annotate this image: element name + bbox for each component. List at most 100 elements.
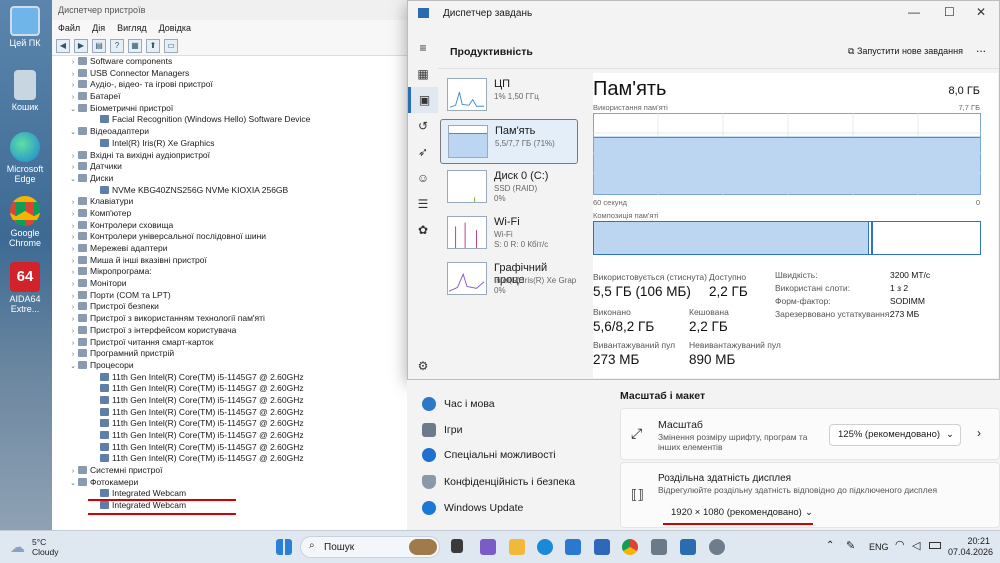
tree-node[interactable]: 11th Gen Intel(R) Core(TM) i5-1145G7 @ 2… [52, 453, 412, 465]
tree-node[interactable]: ⌄ Диски [52, 173, 412, 185]
tree-node[interactable]: › Контролери універсальної послідовної ши… [52, 231, 412, 243]
edge-taskbar-icon[interactable] [537, 539, 553, 555]
monitor-icon[interactable]: ▭ [164, 38, 178, 53]
tree-node[interactable]: › Монітори [52, 278, 412, 290]
settings-nav-windows-update[interactable]: Windows Update [422, 501, 523, 515]
processes-icon[interactable]: ▦ [408, 61, 438, 87]
scan-icon[interactable]: ▦ [128, 38, 142, 53]
menu-action[interactable]: Дія [92, 23, 105, 33]
app-history-icon[interactable]: ↺ [408, 113, 438, 139]
widgets-icon[interactable] [480, 539, 496, 555]
menu-view[interactable]: Вигляд [117, 23, 147, 33]
tree-node[interactable]: › Пристрої з інтерфейсом користувача [52, 325, 412, 337]
tree-node[interactable]: 11th Gen Intel(R) Core(TM) i5-1145G7 @ 2… [52, 418, 412, 430]
tree-node[interactable]: 11th Gen Intel(R) Core(TM) i5-1145G7 @ 2… [52, 383, 412, 395]
task-view-icon[interactable] [451, 539, 463, 553]
back-icon[interactable]: ◀ [56, 38, 70, 53]
hamburger-menu-icon[interactable]: ≡ [408, 35, 438, 61]
properties-icon[interactable]: ▤ [92, 38, 106, 53]
search-box[interactable]: ⌕ Пошук [300, 536, 440, 558]
pen-icon[interactable]: ✎ [846, 539, 855, 552]
tree-node[interactable]: › Software components [52, 56, 412, 68]
desktop-icon-chrome[interactable]: Google Chrome [4, 196, 46, 248]
resource-card[interactable]: Пам'ять 5,5/7,7 ГБ (71%) [440, 119, 578, 164]
performance-icon[interactable]: ▣ [408, 87, 438, 113]
resolution-dropdown[interactable]: 1920 × 1080 (рекомендовано) ⌄ [663, 503, 813, 523]
desktop-icon-recycle-bin[interactable]: Кошик [4, 70, 46, 112]
desktop-icon-this-pc[interactable]: Цей ПК [4, 6, 46, 48]
users-icon[interactable]: ☺ [408, 165, 438, 191]
tree-node[interactable]: 11th Gen Intel(R) Core(TM) i5-1145G7 @ 2… [52, 372, 412, 384]
desktop-icon-edge[interactable]: Microsoft Edge [4, 132, 46, 184]
startup-apps-icon[interactable]: ➶ [408, 139, 438, 165]
menu-file[interactable]: Файл [58, 23, 80, 33]
volume-icon[interactable]: ◁ [912, 539, 920, 552]
wifi-icon[interactable]: ◠ [895, 538, 905, 551]
tree-node[interactable]: 11th Gen Intel(R) Core(TM) i5-1145G7 @ 2… [52, 407, 412, 419]
minimize-button[interactable]: — [908, 5, 920, 19]
resource-card[interactable]: Графічний проце Intel(R) Iris(R) Xe Graph… [440, 257, 578, 302]
language-indicator[interactable]: ENG [869, 542, 889, 552]
menu-help[interactable]: Довідка [159, 23, 191, 33]
tree-node[interactable]: › Контролери сховища [52, 220, 412, 232]
resource-card[interactable]: ЦП 1% 1,50 ГГц [440, 73, 578, 118]
file-explorer-icon[interactable] [509, 539, 525, 555]
settings-nav-time-language[interactable]: Час і мова [422, 397, 495, 411]
tree-node[interactable]: 11th Gen Intel(R) Core(TM) i5-1145G7 @ 2… [52, 442, 412, 454]
update-driver-icon[interactable]: ⬆ [146, 38, 160, 53]
settings-nav-privacy[interactable]: Конфіденційність і безпека [422, 475, 575, 489]
tree-node[interactable]: ⌄ Біометричні пристрої [52, 103, 412, 115]
chevron-up-icon[interactable]: ⌃ [826, 540, 834, 551]
tree-node[interactable]: 11th Gen Intel(R) Core(TM) i5-1145G7 @ 2… [52, 430, 412, 442]
tree-node[interactable]: › Мережеві адаптери [52, 243, 412, 255]
tree-node[interactable]: ⌄ Відеоадаптери [52, 126, 412, 138]
battery-icon[interactable] [929, 542, 941, 549]
tree-node[interactable]: NVMe KBG40ZNS256G NVMe KIOXIA 256GB [52, 185, 412, 197]
resource-card[interactable]: Wi-Fi Wi-Fi S: 0 R: 0 Кбіт/с [440, 211, 578, 256]
tree-node[interactable]: › Програмний пристрій [52, 348, 412, 360]
tree-node[interactable]: 11th Gen Intel(R) Core(TM) i5-1145G7 @ 2… [52, 395, 412, 407]
scale-dropdown[interactable]: 125% (рекомендовано) ⌄ [829, 424, 961, 446]
tree-node[interactable]: › USB Connector Managers [52, 68, 412, 80]
close-button[interactable]: ✕ [976, 5, 986, 19]
tree-node[interactable]: Integrated Webcam [52, 500, 412, 512]
weather-widget[interactable]: 5°C Cloudy [32, 537, 58, 557]
settings-taskbar-icon[interactable] [709, 539, 725, 555]
tree-node[interactable]: › Батареї [52, 91, 412, 103]
scale-card[interactable]: ⤢ Масштаб Змінення розміру шрифту, прогр… [620, 408, 1000, 460]
run-new-task-button[interactable]: ⧉ Запустити нове завдання [848, 46, 963, 57]
settings-nav-accessibility[interactable]: Спеціальні можливості [422, 448, 556, 462]
maximize-button[interactable]: ☐ [944, 5, 955, 19]
services-icon[interactable]: ✿ [408, 217, 438, 243]
tree-node[interactable]: › Мікропрограма: [52, 266, 412, 278]
device-manager-taskbar-icon[interactable] [651, 539, 667, 555]
details-icon[interactable]: ☰ [408, 191, 438, 217]
more-options-button[interactable]: ... [976, 41, 986, 55]
start-button[interactable] [276, 539, 292, 555]
desktop-icon-aida64[interactable]: 64 AIDA64 Extre... [4, 262, 46, 314]
tree-node[interactable]: › Клавіатури [52, 196, 412, 208]
tree-node[interactable]: Intel(R) Iris(R) Xe Graphics [52, 138, 412, 150]
mail-icon[interactable] [594, 539, 610, 555]
tree-node[interactable]: › Комп'ютер [52, 208, 412, 220]
help-icon[interactable]: ? [110, 38, 124, 53]
task-manager-taskbar-icon[interactable] [680, 539, 696, 555]
tree-node[interactable]: › Миша й інші вказівні пристрої [52, 255, 412, 267]
tree-node[interactable]: ⌄ Фотокамери [52, 477, 412, 489]
tree-node[interactable]: › Пристрої безпеки [52, 301, 412, 313]
chevron-right-icon[interactable]: › [977, 426, 981, 440]
tree-node[interactable]: › Пристрої читання смарт-карток [52, 337, 412, 349]
chrome-taskbar-icon[interactable] [622, 539, 638, 555]
tree-node[interactable]: › Аудіо-, відео- та ігрові пристрої [52, 79, 412, 91]
tree-node[interactable]: › Пристрої з використанням технології пам… [52, 313, 412, 325]
resource-card[interactable]: Диск 0 (C:) SSD (RAID) 0% [440, 165, 578, 210]
tree-node[interactable]: › Датчики [52, 161, 412, 173]
tree-node[interactable]: › Порти (COM та LPT) [52, 290, 412, 302]
clock[interactable]: 20:21 07.04.2026 [948, 536, 993, 558]
tree-node[interactable]: ⌄ Процесори [52, 360, 412, 372]
tree-node[interactable]: Facial Recognition (Windows Hello) Softw… [52, 114, 412, 126]
settings-gear-icon[interactable]: ⚙ [408, 353, 438, 379]
store-icon[interactable] [565, 539, 581, 555]
forward-icon[interactable]: ▶ [74, 38, 88, 53]
tree-node[interactable]: › Вхідні та вихідні аудіопристрої [52, 150, 412, 162]
